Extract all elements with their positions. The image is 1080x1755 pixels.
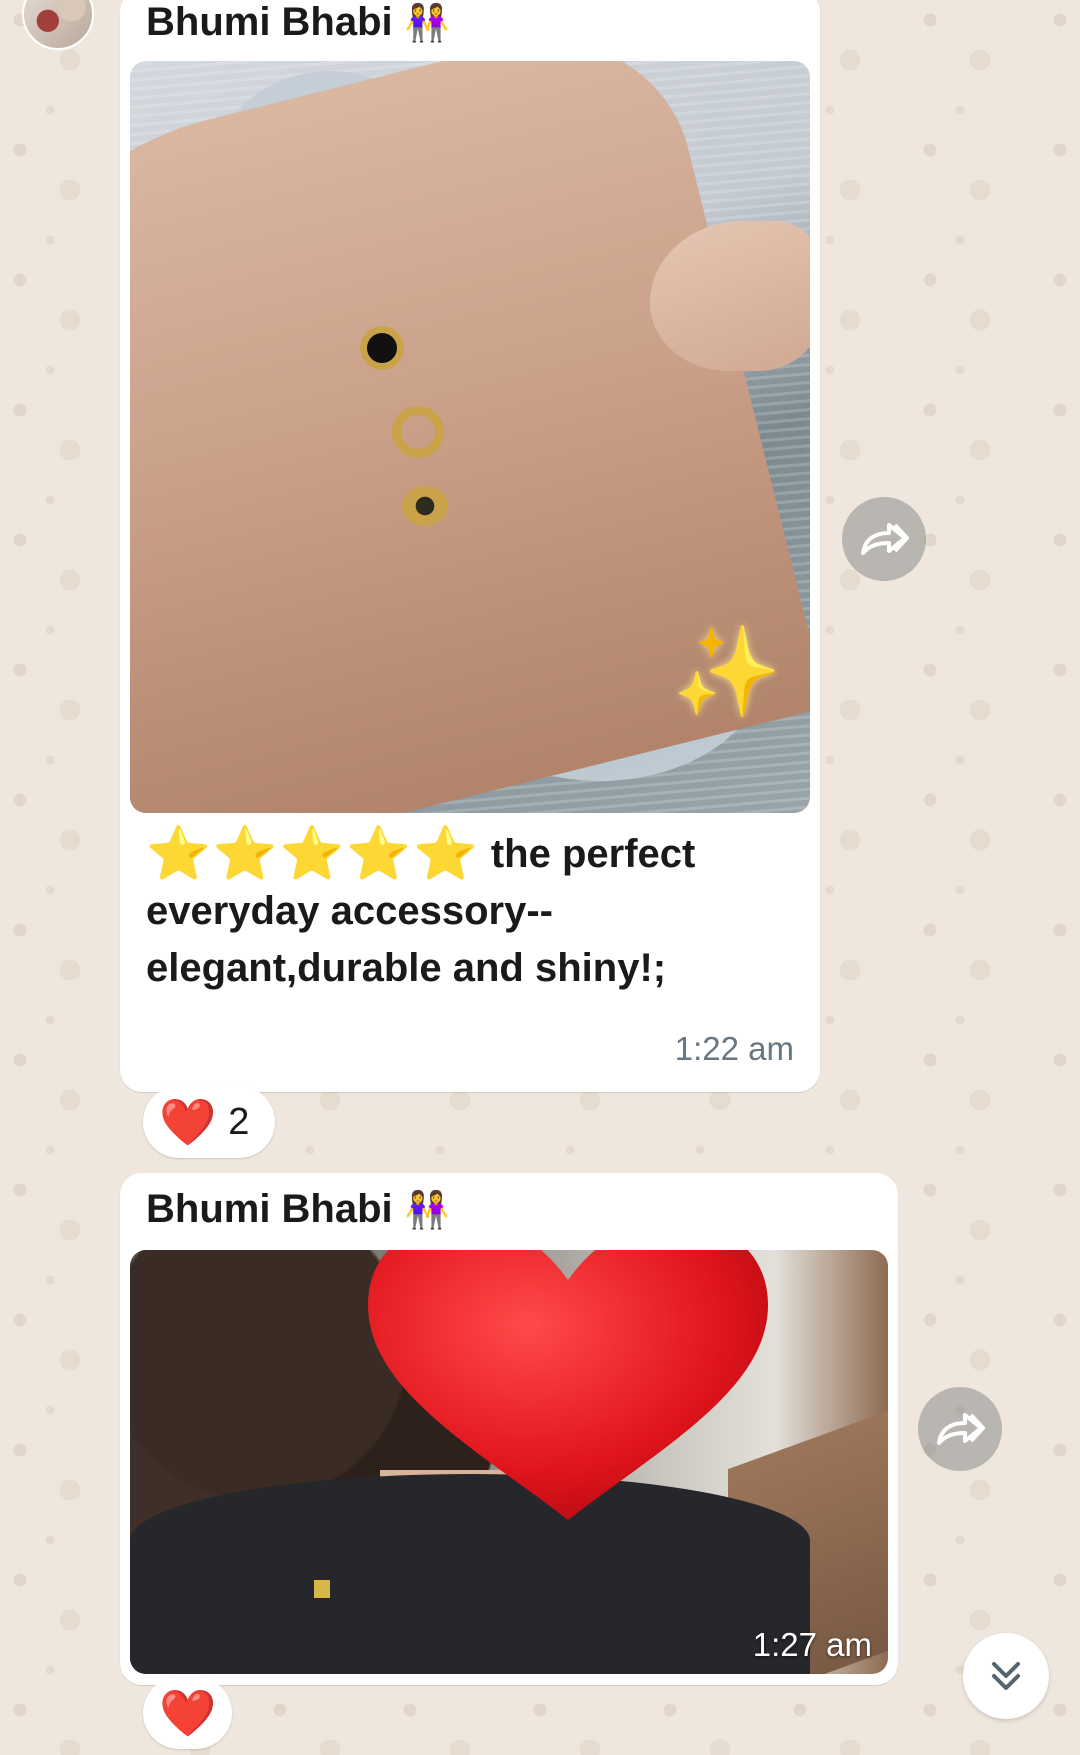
five-stars: ⭐⭐⭐⭐⭐ — [146, 825, 480, 883]
heart-reaction-icon: ❤️ — [159, 1095, 217, 1148]
bracelet-clasp — [402, 486, 448, 526]
message-time: 1:27 am — [752, 1626, 872, 1663]
message-photo-bracelet[interactable]: ✨ — [130, 61, 810, 813]
message-bubble-2[interactable]: Bhumi Bhabi 👭 1:27 am — [120, 1173, 898, 1685]
forward-icon — [937, 1413, 985, 1445]
scroll-to-bottom-button[interactable] — [963, 1633, 1049, 1719]
sender-name-text: Bhumi Bhabi — [146, 0, 393, 44]
heart-reaction-icon: ❤️ — [159, 1686, 217, 1739]
women-holding-hands-emoji: 👭 — [404, 1188, 450, 1230]
forward-button[interactable] — [842, 497, 926, 581]
sender-name[interactable]: Bhumi Bhabi 👭 — [146, 0, 450, 45]
sparkles-sticker: ✨ — [672, 622, 782, 721]
bracelet-ring-charm — [392, 406, 444, 458]
heart-sticker — [368, 1250, 768, 1520]
message-time: 1:22 am — [674, 1030, 794, 1067]
message-bubble-1[interactable]: Bhumi Bhabi 👭 ✨ ⭐⭐⭐⭐⭐ the perfect everyd… — [120, 0, 820, 1092]
photo-pendant — [314, 1580, 330, 1598]
forward-button[interactable] — [918, 1387, 1002, 1471]
sender-name-text: Bhumi Bhabi — [146, 1187, 393, 1231]
women-holding-hands-emoji: 👭 — [404, 1, 450, 43]
bracelet-onyx-charm — [360, 326, 404, 370]
message-photo-selfie[interactable]: 1:27 am — [130, 1250, 888, 1674]
double-chevron-down-icon — [992, 1662, 1020, 1690]
sender-name[interactable]: Bhumi Bhabi 👭 — [146, 1187, 450, 1232]
message-reaction[interactable]: ❤️ 2 — [143, 1086, 276, 1158]
message-reaction[interactable]: ❤️ — [143, 1677, 233, 1749]
forward-icon — [861, 523, 909, 555]
sender-avatar[interactable] — [22, 0, 94, 50]
message-caption: ⭐⭐⭐⭐⭐ the perfect everyday accessory--el… — [146, 826, 796, 997]
reaction-count: 2 — [228, 1100, 250, 1143]
